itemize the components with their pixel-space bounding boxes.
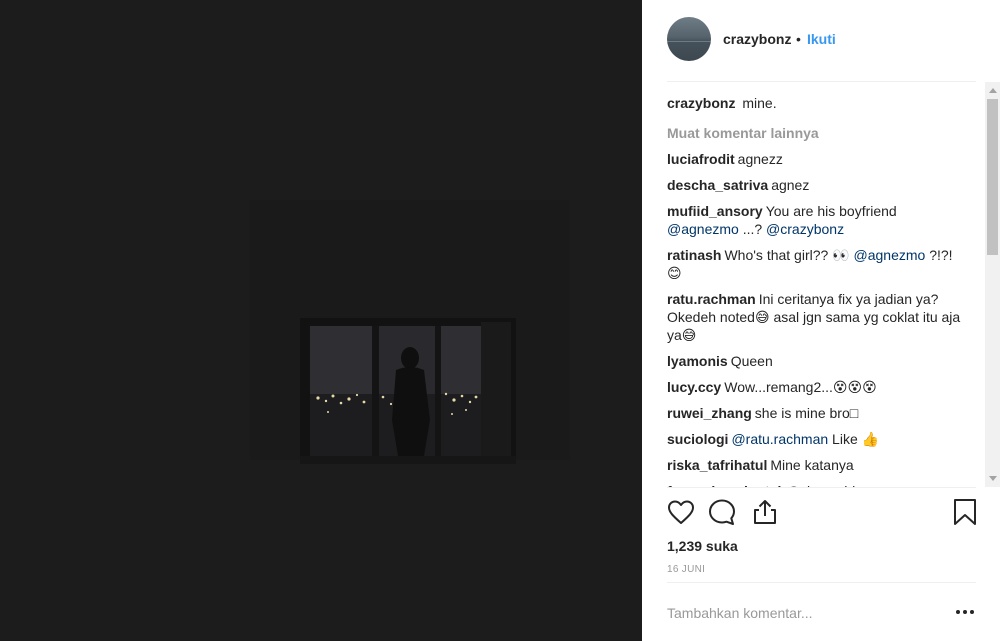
comment-text: she is mine bro□ bbox=[754, 405, 859, 421]
header-divider bbox=[667, 81, 976, 82]
scrollbar-thumb[interactable] bbox=[987, 99, 998, 255]
comment-mention-link[interactable]: @crazybonz bbox=[766, 221, 844, 237]
comment-item: descha_satriva agnez bbox=[667, 176, 967, 194]
bookmark-icon bbox=[954, 499, 976, 525]
avatar[interactable] bbox=[667, 17, 711, 61]
more-options-icon bbox=[956, 610, 974, 614]
post-header: crazybonz • Ikuti bbox=[642, 0, 1000, 81]
comment-username[interactable]: mufiid_ansory bbox=[667, 203, 763, 219]
comment-text: Queen bbox=[730, 353, 773, 369]
more-options-button[interactable] bbox=[954, 602, 976, 622]
load-more-comments-button[interactable]: Muat komentar lainnya bbox=[667, 124, 983, 142]
post-photo[interactable] bbox=[0, 0, 642, 641]
comment-username[interactable]: suciologi bbox=[667, 431, 728, 447]
comment-item: ratu.rachman Ini ceritanya fix ya jadian … bbox=[667, 290, 967, 344]
comment-username[interactable]: ratinash bbox=[667, 247, 721, 263]
caption-username[interactable]: crazybonz bbox=[667, 95, 735, 111]
comment-text: Mine katanya bbox=[770, 457, 854, 473]
post-date[interactable]: 16 JUNI bbox=[667, 564, 705, 575]
comment-mention-link[interactable]: @agnezmo bbox=[667, 221, 739, 237]
comment-item: ruwei_zhang she is mine bro□ bbox=[667, 404, 967, 422]
comment-item: mufiid_ansory You are his boyfriend @agne… bbox=[667, 202, 967, 238]
comment-username[interactable]: ruwei_zhang bbox=[667, 405, 752, 421]
comment-box-divider bbox=[667, 582, 976, 583]
comments-scrollbar[interactable] bbox=[985, 82, 1000, 487]
comment-text: You are his boyfriend bbox=[765, 203, 897, 219]
comment-item: luciafrodit agnezz bbox=[667, 150, 967, 168]
share-icon bbox=[754, 500, 776, 524]
comment-item: lucy.ccy Wow...remang2...😵😵😵 bbox=[667, 378, 967, 396]
save-button[interactable] bbox=[950, 497, 980, 527]
comment-username[interactable]: lucy.ccy bbox=[667, 379, 721, 395]
comment-items: luciafrodit agnezz descha_satriva agnez mufi… bbox=[667, 150, 983, 487]
comment-text: Like 👍 bbox=[828, 431, 880, 447]
caption-text: mine. bbox=[742, 95, 777, 111]
comment-item: lyamonis Queen bbox=[667, 352, 967, 370]
comment-username[interactable]: ratu.rachman bbox=[667, 291, 756, 307]
comment-mention-link[interactable]: @ratu.rachman bbox=[731, 431, 828, 447]
comment-text: agnez bbox=[771, 177, 810, 193]
scroll-up-arrow-icon[interactable] bbox=[989, 88, 997, 93]
share-button[interactable] bbox=[750, 497, 780, 527]
actions-divider bbox=[667, 487, 976, 488]
heart-icon bbox=[668, 500, 694, 524]
scroll-down-arrow-icon[interactable] bbox=[989, 476, 997, 481]
comment-username[interactable]: riska_tafrihatul bbox=[667, 457, 767, 473]
comment-button[interactable] bbox=[707, 497, 737, 527]
comments-list[interactable]: crazybonz mine. Muat komentar lainnya lu… bbox=[667, 94, 983, 487]
comment-item: suciologi @ratu.rachman Like 👍 bbox=[667, 430, 967, 448]
caption: crazybonz mine. bbox=[667, 94, 967, 112]
comment-username[interactable]: lyamonis bbox=[667, 353, 728, 369]
comment-text: ...? bbox=[738, 221, 767, 237]
comment-username[interactable]: descha_satriva bbox=[667, 177, 768, 193]
speech-bubble-icon bbox=[709, 499, 735, 525]
post-side-panel: crazybonz • Ikuti crazybonz mine. Muat k… bbox=[642, 0, 1000, 641]
comment-item: riska_tafrihatul Mine katanya bbox=[667, 456, 967, 474]
comment-text: Wow...remang2...😵😵😵 bbox=[724, 379, 877, 395]
add-comment-input[interactable]: Tambahkan komentar... bbox=[667, 605, 813, 621]
comment-mention-link[interactable]: @agnezmo bbox=[854, 247, 926, 263]
header-separator: • bbox=[796, 31, 801, 47]
comment-username[interactable]: luciafrodit bbox=[667, 151, 735, 167]
comment-item: ratinash Who's that girl?? 👀 @agnezmo ?!?… bbox=[667, 246, 967, 282]
likes-count[interactable]: 1,239 suka bbox=[667, 538, 738, 554]
follow-button[interactable]: Ikuti bbox=[807, 31, 836, 47]
comment-text: agnezz bbox=[737, 151, 783, 167]
header-username[interactable]: crazybonz bbox=[723, 31, 791, 47]
comment-text: Who's that girl?? 👀 bbox=[724, 247, 854, 263]
like-button[interactable] bbox=[666, 497, 696, 527]
photo-scene bbox=[0, 0, 642, 641]
